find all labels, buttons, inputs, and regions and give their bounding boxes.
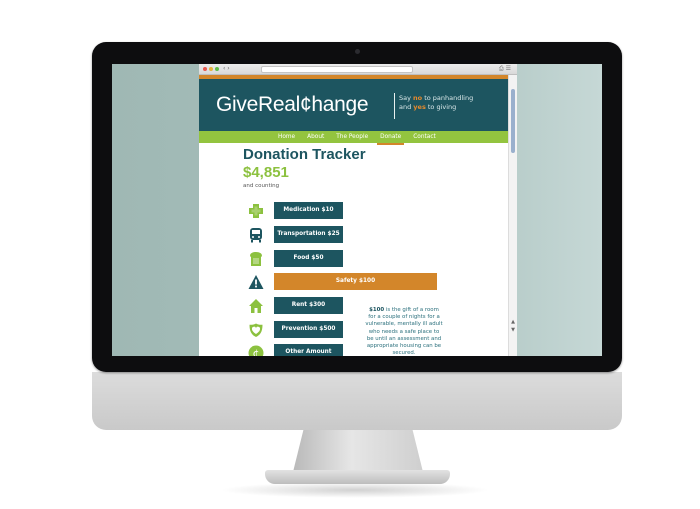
address-bar[interactable]: [261, 66, 413, 73]
donation-total: $4,851: [243, 164, 289, 181]
browser-window: ‹ › ⎙ ☰ GiveReal¢hange Say no to panhand…: [199, 64, 517, 356]
bread-icon: [250, 252, 262, 266]
warning-icon: [248, 275, 264, 289]
back-forward-icon[interactable]: ‹ ›: [223, 64, 230, 74]
food-button[interactable]: Food $50: [274, 250, 343, 267]
site-nav: Home About The People Donate Contact: [199, 131, 509, 145]
monitor-bezel: ‹ › ⎙ ☰ GiveReal¢hange Say no to panhand…: [92, 42, 622, 372]
monitor-stand-base: [265, 470, 450, 484]
nav-contact[interactable]: Contact: [407, 131, 442, 143]
donation-option-transportation: Transportation $25: [244, 226, 454, 244]
browser-tools-icon[interactable]: ⎙ ☰: [499, 64, 511, 74]
bus-icon: [250, 228, 262, 243]
nav-home[interactable]: Home: [272, 131, 301, 143]
monitor-chin: [92, 372, 622, 430]
cent-icon: ¢: [248, 345, 264, 356]
nav-the-people[interactable]: The People: [330, 131, 374, 143]
transportation-button[interactable]: Transportation $25: [274, 226, 343, 243]
monitor-stand: [293, 430, 423, 472]
medication-button[interactable]: Medication $10: [274, 202, 343, 219]
donation-total-caption: and counting: [243, 183, 280, 189]
web-page: GiveReal¢hange Say no to panhandling and…: [199, 75, 509, 356]
donation-option-medication: Medication $10: [244, 202, 454, 220]
site-tagline: Say no to panhandling and yes to giving: [399, 94, 474, 111]
donation-option-safety: Safety $100: [244, 273, 454, 291]
browser-toolbar: ‹ › ⎙ ☰: [199, 64, 517, 75]
page-scrollbar[interactable]: ▲ ▼: [508, 75, 517, 356]
svg-text:¢: ¢: [253, 347, 260, 356]
nav-about[interactable]: About: [301, 131, 330, 143]
close-window-button[interactable]: [203, 67, 207, 71]
site-header: GiveReal¢hange Say no to panhandling and…: [199, 75, 509, 131]
scroll-down-icon[interactable]: ▼: [509, 327, 517, 333]
house-icon: [249, 299, 263, 313]
donation-option-food: Food $50: [244, 250, 454, 268]
safety-button[interactable]: Safety $100: [274, 273, 437, 290]
prevention-button[interactable]: Prevention $500: [274, 321, 343, 338]
stand-shadow: [220, 482, 490, 498]
nav-donate[interactable]: Donate: [374, 131, 407, 145]
monitor-screen: ‹ › ⎙ ☰ GiveReal¢hange Say no to panhand…: [112, 64, 602, 356]
minimize-window-button[interactable]: [209, 67, 213, 71]
donation-description: $100 is the gift of a room for a couple …: [365, 307, 443, 356]
rent-button[interactable]: Rent $300: [274, 297, 343, 314]
page-title: Donation Tracker: [243, 146, 366, 163]
header-divider: [394, 93, 395, 119]
maximize-window-button[interactable]: [215, 67, 219, 71]
heart-shield-icon: [249, 323, 263, 337]
other-amount-button[interactable]: Other Amount: [274, 344, 343, 356]
camera: [355, 49, 360, 54]
scroll-up-icon[interactable]: ▲: [509, 319, 517, 325]
site-logo[interactable]: GiveReal¢hange: [216, 93, 369, 117]
medical-cross-icon: [249, 204, 263, 218]
scrollbar-thumb[interactable]: [511, 89, 515, 153]
